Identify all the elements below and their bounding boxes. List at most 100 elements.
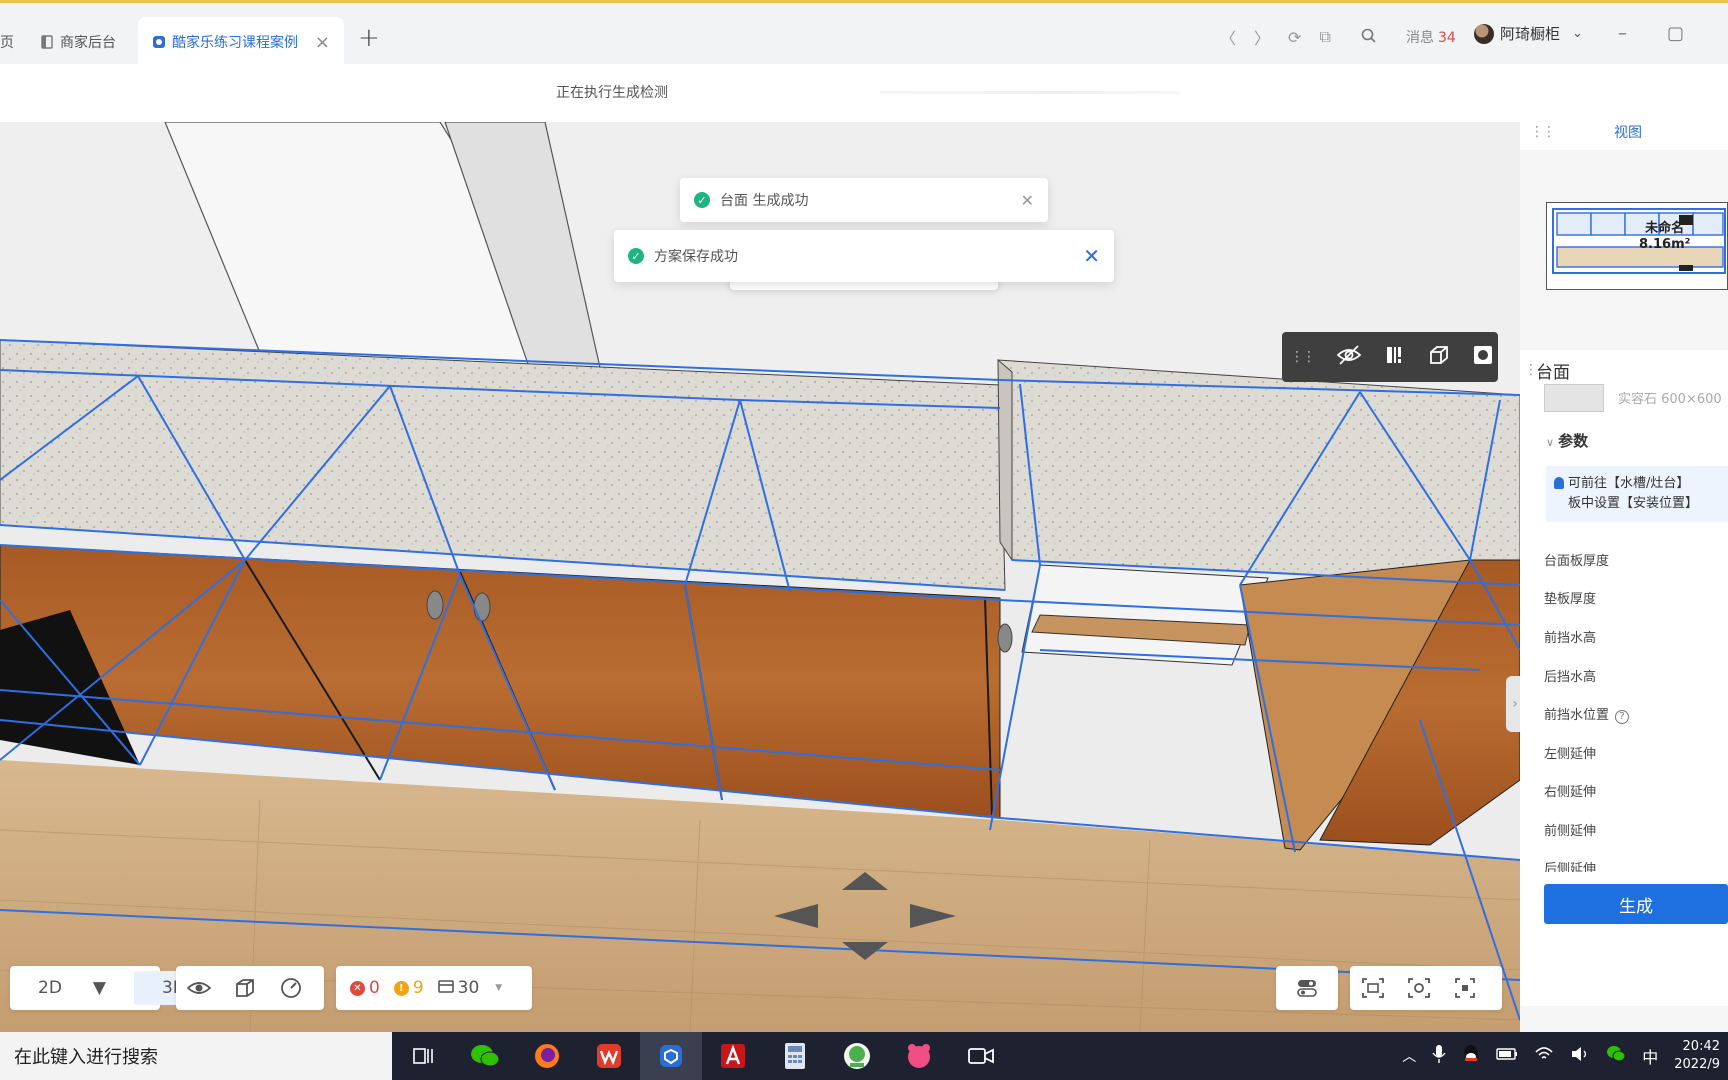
param-pad-thickness: 垫板厚度 bbox=[1544, 592, 1597, 607]
arrow-up-icon[interactable] bbox=[842, 872, 888, 890]
tab-label: 商家后台 bbox=[60, 35, 116, 51]
countertop-right[interactable] bbox=[997, 359, 1520, 586]
toggle-icon bbox=[1295, 976, 1319, 1000]
taskbar-search[interactable]: 在此键入进行搜索 bbox=[0, 1032, 392, 1080]
document-icon bbox=[40, 35, 54, 49]
status-row: 正在执行生成检测 bbox=[0, 64, 1728, 122]
messages-link[interactable]: 消息 34 bbox=[1406, 27, 1456, 47]
view-2d-button[interactable]: 2D ▼ bbox=[10, 978, 134, 998]
volume-icon[interactable] bbox=[1570, 1046, 1590, 1066]
close-tab-icon[interactable]: × bbox=[315, 32, 330, 53]
tab-course-case[interactable]: 酷家乐练习课程案例 × bbox=[138, 17, 344, 67]
material-thumbnail[interactable] bbox=[1544, 384, 1604, 412]
back-icon[interactable]: 〈 bbox=[1220, 25, 1236, 49]
help-icon[interactable]: ? bbox=[1615, 709, 1630, 724]
close-icon[interactable]: ✕ bbox=[1021, 191, 1034, 210]
caret-down-icon: ▼ bbox=[92, 978, 106, 998]
view-mode-toggle: 2D▼ 3D▼ bbox=[10, 966, 258, 1010]
chevron-up-icon[interactable]: ︿ bbox=[1402, 1046, 1416, 1066]
param-back-splash-height: 后挡水高 bbox=[1544, 670, 1597, 685]
arrow-down-icon[interactable] bbox=[842, 942, 888, 960]
eye-icon[interactable] bbox=[187, 976, 211, 1000]
kujiale-app-icon[interactable] bbox=[640, 1032, 702, 1080]
close-icon[interactable]: ✕ bbox=[1083, 244, 1100, 268]
camera-nav-arrows[interactable] bbox=[770, 868, 960, 964]
calculator-icon[interactable] bbox=[764, 1032, 826, 1080]
box-icon[interactable] bbox=[233, 976, 257, 1000]
autocad-icon[interactable] bbox=[702, 1032, 764, 1080]
settings-toggle[interactable] bbox=[1276, 966, 1338, 1010]
generate-button[interactable]: 生成 bbox=[1544, 884, 1728, 924]
maximize-icon[interactable]: ▢ bbox=[1667, 23, 1684, 44]
isolate-icon[interactable] bbox=[1472, 344, 1494, 370]
check-summary[interactable]: ✕ 0 ! 9 30 ▼ bbox=[336, 966, 532, 1010]
messages-label: 消息 bbox=[1406, 30, 1434, 46]
app-green-icon[interactable] bbox=[826, 1032, 888, 1080]
param-label: 前挡水位置 bbox=[1544, 708, 1610, 723]
task-view-icon[interactable] bbox=[392, 1032, 454, 1080]
success-icon: ✓ bbox=[628, 248, 644, 264]
browser-nav-controls: 〈 〉 ⟳ ⧉ bbox=[1220, 25, 1376, 49]
refresh-icon[interactable]: ⟳ bbox=[1288, 28, 1301, 47]
cube-icon[interactable] bbox=[1428, 344, 1450, 370]
messages-count: 34 bbox=[1438, 30, 1456, 46]
wechat-tray-icon[interactable] bbox=[1606, 1045, 1626, 1067]
microphone-icon[interactable] bbox=[1432, 1044, 1446, 1068]
copy-icon[interactable]: ⧉ bbox=[1319, 27, 1330, 47]
drag-handle-icon[interactable]: ⋮⋮ bbox=[1290, 349, 1316, 365]
panel-collapse-handle[interactable]: › bbox=[1506, 676, 1520, 732]
clock-time: 20:42 bbox=[1682, 1039, 1720, 1054]
focus-icon[interactable] bbox=[1453, 976, 1477, 1000]
toast-countertop-success: ✓ 台面 生成成功 ✕ bbox=[680, 178, 1048, 222]
arrow-left-icon[interactable] bbox=[774, 904, 818, 928]
user-menu[interactable]: 阿琦橱柜 ⌄ bbox=[1474, 23, 1583, 44]
browser-tabbar: 页 商家后台 酷家乐练习课程案例 × + 〈 〉 ⟳ ⧉ 消息 34 阿琦橱柜 ⌄… bbox=[0, 0, 1728, 67]
tab-merchant-backend[interactable]: 商家后台 bbox=[40, 17, 116, 67]
room-name: 未命名 bbox=[1645, 221, 1685, 236]
camera-fit-icon[interactable] bbox=[1361, 976, 1385, 1000]
params-section-header[interactable]: ∨ 参数 bbox=[1546, 430, 1588, 451]
search-placeholder: 在此键入进行搜索 bbox=[14, 1047, 158, 1068]
tab-label: 页 bbox=[0, 35, 14, 51]
error-count: 0 bbox=[369, 978, 380, 998]
3d-viewport[interactable]: ✓ 台面 生成成功 ✕ ✓ 方案保存成功 ✕ ⋮⋮ › 2D▼ 3D▼ bbox=[0, 122, 1520, 1032]
success-icon: ✓ bbox=[694, 192, 710, 208]
ime-indicator[interactable]: 中 bbox=[1642, 1044, 1658, 1068]
drag-handle-icon[interactable]: ⋮⋮ bbox=[1530, 124, 1556, 140]
display-toolbar bbox=[176, 966, 324, 1010]
tab-label: 酷家乐练习课程案例 bbox=[172, 35, 297, 51]
qq-icon[interactable] bbox=[1462, 1044, 1480, 1068]
caret-down-icon[interactable]: ▼ bbox=[495, 983, 502, 993]
wifi-icon[interactable] bbox=[1534, 1046, 1554, 1066]
app-pink-icon[interactable] bbox=[888, 1032, 950, 1080]
gauge-icon[interactable] bbox=[279, 976, 303, 1000]
battery-icon[interactable] bbox=[1496, 1047, 1518, 1065]
forward-icon[interactable]: 〉 bbox=[1254, 25, 1270, 49]
tab-home[interactable]: 页 bbox=[0, 17, 14, 67]
wechat-icon[interactable] bbox=[454, 1032, 516, 1080]
toast-text: 方案保存成功 bbox=[654, 249, 738, 265]
clock[interactable]: 20:42 2022/9 bbox=[1674, 1038, 1720, 1074]
toast-save-success: ✓ 方案保存成功 ✕ bbox=[614, 230, 1114, 282]
material-name: 实容石 600×600 bbox=[1618, 392, 1722, 407]
tab-view[interactable]: 视图 bbox=[1614, 122, 1642, 142]
video-meeting-icon[interactable] bbox=[950, 1032, 1012, 1080]
windows-taskbar: 在此键入进行搜索 ︿ 中 20:42 2022/9 bbox=[0, 1032, 1728, 1080]
countertop-step bbox=[997, 358, 1013, 562]
camera-settings-icon[interactable] bbox=[1407, 976, 1431, 1000]
param-countertop-thickness: 台面板厚度 bbox=[1544, 554, 1610, 569]
firefox-icon[interactable] bbox=[516, 1032, 578, 1080]
params-section-label: 参数 bbox=[1558, 432, 1589, 450]
hide-icon[interactable] bbox=[1336, 344, 1362, 370]
minimize-icon[interactable]: – bbox=[1618, 23, 1627, 44]
minimap-label: 未命名 8.16m² bbox=[1639, 221, 1690, 253]
install-position-notice: 可前往【水槽/灶台】 板中设置【安装位置】 bbox=[1546, 466, 1728, 522]
wps-icon[interactable] bbox=[578, 1032, 640, 1080]
new-tab-button[interactable]: + bbox=[358, 23, 380, 53]
search-icon[interactable] bbox=[1361, 28, 1376, 47]
status-text: 正在执行生成检测 bbox=[556, 85, 668, 101]
floorplan-minimap[interactable]: 未命名 8.16m² bbox=[1546, 202, 1728, 290]
param-front-splash-height: 前挡水高 bbox=[1544, 631, 1597, 646]
dimension-icon[interactable] bbox=[1384, 344, 1406, 370]
arrow-right-icon[interactable] bbox=[910, 904, 956, 928]
